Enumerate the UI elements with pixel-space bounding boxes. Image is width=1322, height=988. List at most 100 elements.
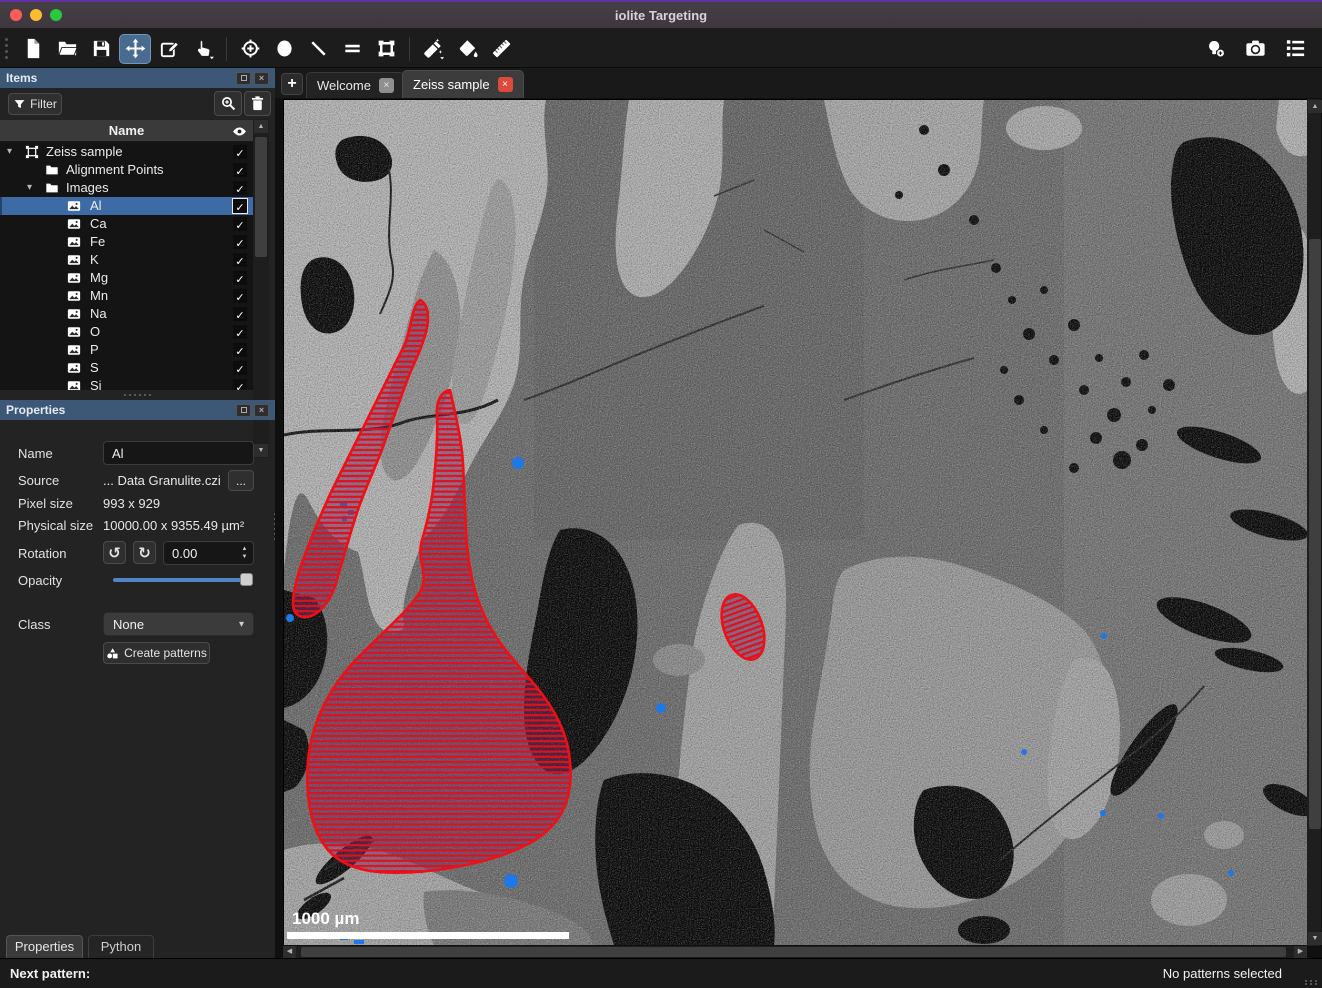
move-tool-button[interactable] (119, 34, 151, 64)
visibility-checkbox[interactable]: ✓ (233, 379, 247, 390)
tree-item-na[interactable]: Na ✓ (0, 305, 253, 323)
tree-item-s[interactable]: S ✓ (0, 359, 253, 377)
rotation-value-input[interactable] (164, 542, 237, 564)
tree-item-o[interactable]: O ✓ (0, 323, 253, 341)
float-panel-button[interactable] (236, 404, 251, 417)
tree-item-k[interactable]: K ✓ (0, 251, 253, 269)
parallel-lines-tool-button[interactable] (336, 34, 368, 64)
spin-up-icon[interactable]: ▲ (242, 545, 248, 553)
source-value: ... Data Granulite.czi (103, 473, 221, 488)
scrollbar-thumb[interactable] (255, 137, 267, 257)
scroll-left-button[interactable]: ◀ (283, 946, 296, 958)
delete-item-button[interactable] (244, 91, 271, 116)
visibility-checkbox[interactable]: ✓ (233, 289, 247, 303)
rotation-spinbox[interactable]: ▲▼ (163, 541, 254, 565)
scroll-down-button[interactable]: ▼ (254, 444, 268, 457)
zoom-to-item-button[interactable] (214, 91, 242, 116)
magic-wand-tool-button[interactable] (417, 34, 449, 64)
viewer-vertical-scrollbar[interactable]: ▲ ▼ (1307, 99, 1321, 946)
visibility-checkbox[interactable]: ✓ (233, 361, 247, 375)
add-tab-button[interactable]: + (281, 73, 303, 95)
scroll-right-button[interactable]: ▶ (1294, 946, 1307, 958)
visibility-checkbox[interactable]: ✓ (233, 145, 247, 159)
select-tool-button[interactable] (187, 34, 219, 64)
new-file-button[interactable] (17, 34, 49, 64)
properties-panel-header[interactable]: Properties × (0, 400, 275, 420)
tree-item-mn[interactable]: Mn ✓ (0, 287, 253, 305)
spin-arrows[interactable]: ▲▼ (238, 543, 251, 563)
class-dropdown[interactable]: None ▾ (103, 612, 254, 636)
open-file-button[interactable] (51, 34, 83, 64)
tab-welcome[interactable]: Welcome × (306, 72, 405, 98)
visibility-checkbox[interactable]: ✓ (233, 343, 247, 357)
expander-icon[interactable]: ▾ (7, 143, 12, 161)
tab-label: Welcome (317, 78, 371, 93)
tree-item-zeiss-sample[interactable]: ▾ Zeiss sample ✓ (0, 143, 253, 161)
tree-item-images[interactable]: ▾ Images ✓ (0, 179, 253, 197)
items-panel-header[interactable]: Items × (0, 68, 275, 88)
visibility-checkbox[interactable]: ✓ (233, 235, 247, 249)
filter-button[interactable]: Filter (8, 93, 62, 115)
close-panel-button[interactable]: × (254, 404, 269, 417)
hints-button[interactable] (1199, 34, 1231, 64)
close-tab-button[interactable]: × (379, 78, 394, 93)
tree-item-mg[interactable]: Mg ✓ (0, 269, 253, 287)
visibility-checkbox[interactable]: ✓ (233, 163, 247, 177)
scroll-up-button[interactable]: ▲ (254, 120, 268, 133)
visibility-checkbox[interactable]: ✓ (233, 325, 247, 339)
visibility-checkbox[interactable]: ✓ (233, 217, 247, 231)
screenshot-button[interactable] (1239, 34, 1271, 64)
scroll-up-button[interactable]: ▲ (1308, 100, 1322, 113)
visibility-checkbox[interactable]: ✓ (233, 307, 247, 321)
tree-item-fe[interactable]: Fe ✓ (0, 233, 253, 251)
float-panel-button[interactable] (236, 72, 251, 85)
alignment-point-tool-button[interactable] (234, 34, 266, 64)
slider-handle[interactable] (240, 573, 253, 586)
visibility-checkbox[interactable]: ✓ (233, 181, 247, 195)
edit-tool-button[interactable] (153, 34, 185, 64)
scrollbar-thumb[interactable] (301, 947, 1286, 957)
float-icon (241, 75, 247, 81)
toolbar-drag-handle[interactable] (5, 38, 8, 59)
expander-icon[interactable]: ▾ (27, 179, 32, 197)
close-tab-button[interactable]: × (498, 77, 513, 92)
visibility-checkbox[interactable]: ✓ (233, 253, 247, 267)
image-icon (67, 235, 81, 249)
tree-item-si[interactable]: Si ✓ (0, 377, 253, 390)
tab-properties[interactable]: Properties (6, 935, 83, 958)
tab-zeiss-sample[interactable]: Zeiss sample × (402, 70, 524, 98)
fill-tool-button[interactable] (451, 34, 483, 64)
tree-item-ca[interactable]: Ca ✓ (0, 215, 253, 233)
spin-down-icon[interactable]: ▼ (242, 553, 248, 561)
pattern-list-button[interactable] (1279, 34, 1311, 64)
scale-bar (287, 932, 569, 939)
polygon-tool-button[interactable] (370, 34, 402, 64)
window-resize-grip[interactable] (1305, 980, 1319, 985)
browse-source-button[interactable]: ... (228, 470, 254, 491)
image-icon (67, 253, 81, 267)
items-panel-title: Items (6, 71, 37, 85)
ellipse-tool-button[interactable] (268, 34, 300, 64)
name-field[interactable] (103, 441, 254, 465)
panel-splitter-handle[interactable] (0, 390, 275, 400)
rotate-ccw-button[interactable]: ↺ (103, 541, 126, 564)
sem-image-canvas[interactable]: 1000 µm (284, 100, 1308, 945)
measure-tool-button[interactable] (485, 34, 517, 64)
image-viewport[interactable]: 1000 µm (283, 99, 1307, 944)
scroll-down-button[interactable]: ▼ (1308, 932, 1322, 945)
save-button[interactable] (85, 34, 117, 64)
line-tool-button[interactable] (302, 34, 334, 64)
tree-item-p[interactable]: P ✓ (0, 341, 253, 359)
tab-python[interactable]: Python (88, 935, 154, 958)
visibility-checkbox[interactable]: ✓ (233, 271, 247, 285)
tree-item-al[interactable]: Al ✓ (0, 197, 253, 215)
scrollbar-thumb[interactable] (1309, 239, 1321, 829)
viewer-horizontal-scrollbar[interactable]: ◀ ▶ (283, 946, 1307, 958)
close-panel-button[interactable]: × (254, 72, 269, 85)
rotate-cw-button[interactable]: ↻ (133, 541, 156, 564)
create-patterns-button[interactable]: Create patterns (103, 642, 210, 664)
visibility-checkbox[interactable]: ✓ (233, 199, 247, 213)
tree-name-column-header[interactable]: Name (0, 119, 253, 142)
tree-item-alignment-points[interactable]: Alignment Points ✓ (0, 161, 253, 179)
opacity-slider[interactable] (113, 572, 253, 588)
